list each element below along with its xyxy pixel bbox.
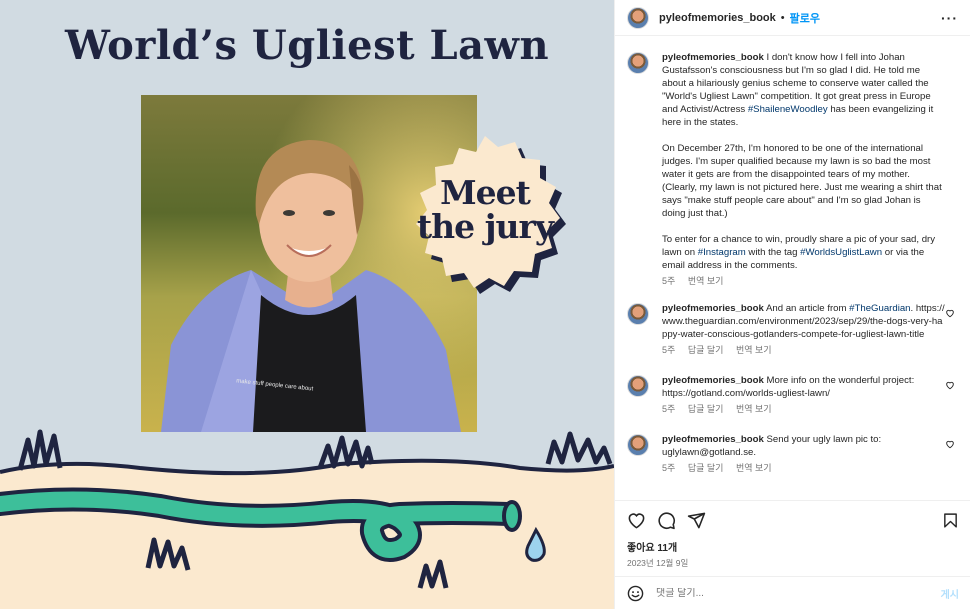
comment-time[interactable]: 5주 xyxy=(662,345,675,355)
hashtag-link[interactable]: #WorldsUglistLawn xyxy=(800,247,882,258)
post-header: pyleofmemories_book • 팔로우 ··· xyxy=(615,0,970,36)
comment-username[interactable]: pyleofmemories_book xyxy=(662,303,764,314)
like-comment-icon[interactable] xyxy=(945,380,955,390)
post-image[interactable]: World’s Ugliest Lawn make stuff people c… xyxy=(0,0,614,609)
post-image-title: World’s Ugliest Lawn xyxy=(64,22,550,69)
comment-meta: 5주 답글 달기 번역 보기 xyxy=(662,344,945,357)
translate-link[interactable]: 번역 보기 xyxy=(736,463,772,473)
caption-paragraph-2: On December 27th, I'm honored to be one … xyxy=(662,143,942,219)
share-send-icon[interactable] xyxy=(687,511,706,530)
comment-item: pyleofmemories_book And an article from … xyxy=(627,302,959,357)
header-username[interactable]: pyleofmemories_book xyxy=(659,12,776,24)
comments-list[interactable]: pyleofmemories_book I don't know how I f… xyxy=(615,37,970,500)
caption-meta: 5주 번역 보기 xyxy=(662,275,945,288)
like-heart-icon[interactable] xyxy=(627,511,646,530)
caption-body: pyleofmemories_book I don't know how I f… xyxy=(662,51,959,288)
caption-time[interactable]: 5주 xyxy=(662,276,675,286)
like-comment-icon[interactable] xyxy=(945,308,955,318)
badge-text: Meet the jury xyxy=(394,176,576,244)
comment-time[interactable]: 5주 xyxy=(662,463,675,473)
reply-button[interactable]: 답글 달기 xyxy=(688,404,724,414)
comment-item: pyleofmemories_book More info on the won… xyxy=(627,374,959,416)
post-comment-button[interactable]: 게시 xyxy=(941,586,959,601)
add-comment-bar: 게시 xyxy=(615,576,970,609)
follow-button[interactable]: 팔로우 xyxy=(790,10,820,26)
comment-input[interactable] xyxy=(656,587,941,599)
comment-bubble-icon[interactable] xyxy=(657,511,676,530)
like-comment-icon[interactable] xyxy=(945,439,955,449)
avatar[interactable] xyxy=(627,303,649,325)
reply-button[interactable]: 답글 달기 xyxy=(688,463,724,473)
comment-text: And an article from xyxy=(765,303,850,314)
comment-meta: 5주 답글 달기 번역 보기 xyxy=(662,403,945,416)
translate-link[interactable]: 번역 보기 xyxy=(736,345,772,355)
comment-body: pyleofmemories_book More info on the won… xyxy=(662,374,959,416)
avatar[interactable] xyxy=(627,434,649,456)
header-separator: • xyxy=(780,11,785,24)
post-actions: 좋아요 11개 2023년 12월 9일 xyxy=(615,500,970,576)
comment-username[interactable]: pyleofmemories_book xyxy=(662,434,764,445)
caption-username[interactable]: pyleofmemories_book xyxy=(662,52,764,63)
badge-line-2: the jury xyxy=(416,207,554,246)
more-options-icon[interactable]: ··· xyxy=(941,10,958,26)
meet-the-jury-badge: Meet the jury xyxy=(394,128,576,306)
caption-text: with the tag xyxy=(745,247,801,258)
hashtag-link[interactable]: #ShaileneWoodley xyxy=(748,104,828,115)
hashtag-link[interactable]: #Instagram xyxy=(698,247,746,258)
hashtag-link[interactable]: #TheGuardian xyxy=(849,303,910,314)
lawn-hose-illustration xyxy=(0,420,614,609)
avatar[interactable] xyxy=(627,52,649,74)
avatar[interactable] xyxy=(627,375,649,397)
caption: pyleofmemories_book I don't know how I f… xyxy=(627,51,959,288)
badge-line-1: Meet xyxy=(440,173,531,212)
avatar[interactable] xyxy=(627,6,649,29)
action-row xyxy=(627,511,959,530)
post-sidebar: pyleofmemories_book • 팔로우 ··· pyleofmemo… xyxy=(614,0,970,609)
reply-button[interactable]: 답글 달기 xyxy=(688,345,724,355)
comment-username[interactable]: pyleofmemories_book xyxy=(662,375,764,386)
likes-count[interactable]: 좋아요 11개 xyxy=(627,539,959,554)
comment-meta: 5주 답글 달기 번역 보기 xyxy=(662,462,945,475)
translate-link[interactable]: 번역 보기 xyxy=(688,276,724,286)
comment-item: pyleofmemories_book Send your ugly lawn … xyxy=(627,433,959,475)
translate-link[interactable]: 번역 보기 xyxy=(736,404,772,414)
comment-body: pyleofmemories_book Send your ugly lawn … xyxy=(662,433,959,475)
post-date: 2023년 12월 9일 xyxy=(627,558,689,568)
save-bookmark-icon[interactable] xyxy=(942,511,959,530)
comment-time[interactable]: 5주 xyxy=(662,404,675,414)
comment-body: pyleofmemories_book And an article from … xyxy=(662,302,959,357)
emoji-icon[interactable] xyxy=(627,585,644,602)
